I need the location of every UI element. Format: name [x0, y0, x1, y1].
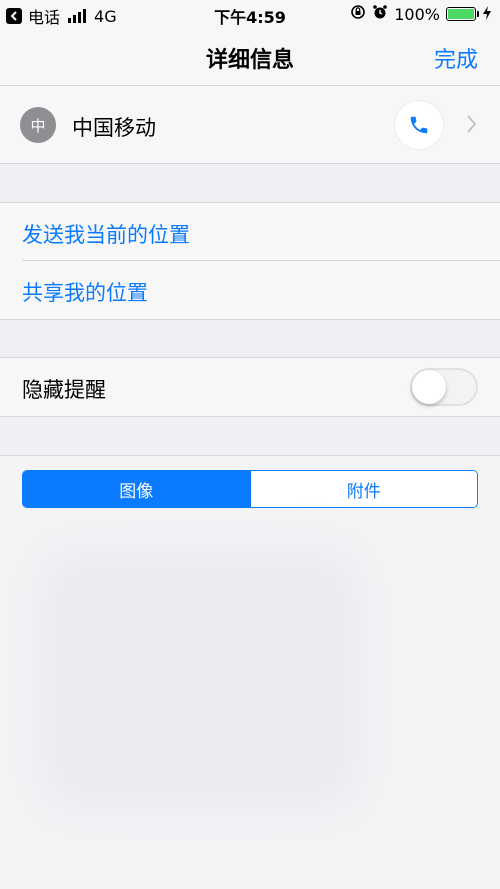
- hide-alerts-label: 隐藏提醒: [22, 378, 106, 402]
- call-button[interactable]: [395, 101, 443, 149]
- page-title: 详细信息: [205, 48, 294, 73]
- status-bar: 电话 4G 下午4:59 100%: [0, 0, 500, 28]
- battery-icon: [446, 7, 479, 21]
- alarm-icon: [372, 4, 388, 24]
- blurred-image: [40, 550, 360, 810]
- section-gap: [0, 417, 500, 455]
- share-location-link[interactable]: 共享我的位置: [22, 277, 148, 307]
- send-location-link[interactable]: 发送我当前的位置: [22, 219, 190, 249]
- location-group: 发送我当前的位置 共享我的位置: [0, 202, 500, 320]
- done-button[interactable]: 完成: [434, 42, 478, 74]
- section-gap: [0, 320, 500, 358]
- hide-alerts-row: 隐藏提醒: [0, 357, 500, 417]
- contact-name: 中国移动: [72, 116, 156, 140]
- segment-attachments[interactable]: 附件: [249, 471, 477, 507]
- media-segmented-control: 图像 附件: [22, 470, 478, 508]
- status-right: 100%: [350, 4, 492, 24]
- hide-alerts-toggle[interactable]: [410, 368, 478, 406]
- avatar: 中: [20, 107, 56, 143]
- contact-row[interactable]: 中 中国移动: [0, 86, 500, 164]
- toggle-knob: [412, 370, 446, 404]
- media-content-area: [0, 510, 500, 889]
- chevron-right-icon[interactable]: [466, 113, 478, 139]
- send-location-row[interactable]: 发送我当前的位置: [0, 203, 500, 261]
- phone-icon: [410, 116, 428, 134]
- nav-bar: 详细信息 完成: [0, 28, 500, 86]
- share-location-row[interactable]: 共享我的位置: [0, 261, 500, 319]
- section-gap: [0, 164, 500, 202]
- battery-percent: 100%: [394, 4, 440, 24]
- segment-images[interactable]: 图像: [23, 471, 250, 507]
- charging-icon: [482, 5, 492, 24]
- rotation-lock-icon: [350, 4, 366, 24]
